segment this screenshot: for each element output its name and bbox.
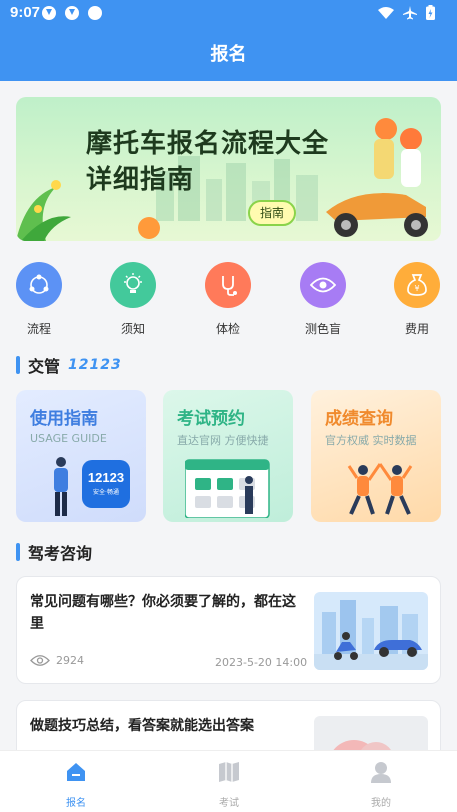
bottom-tab-bar: 报名 考试 我的	[0, 750, 457, 812]
money-bag-icon: ¥	[394, 262, 440, 308]
book-icon	[219, 762, 239, 782]
section-marker	[16, 543, 20, 561]
banner-title: 摩托车报名流程大全	[86, 129, 330, 159]
lightbulb-icon	[110, 262, 156, 308]
page-title: 报名	[210, 44, 247, 65]
motorcycle-riders-illustration	[326, 118, 428, 237]
flow-icon	[16, 262, 62, 308]
user-icon	[371, 762, 391, 783]
section-subtitle: 12123	[68, 357, 122, 373]
section-title: 交管	[28, 357, 61, 376]
card-usage-guide[interactable]: 使用指南 USAGE GUIDE 12123 安全·畅通	[16, 390, 146, 522]
category-fees[interactable]: ¥ 费用	[387, 262, 447, 337]
card-title: 使用指南	[30, 409, 98, 429]
person-illustration	[54, 457, 68, 516]
app-header: 9:07 报名	[0, 0, 457, 81]
view-count: 2924	[56, 654, 84, 667]
download-icon	[65, 6, 79, 20]
category-notice[interactable]: 须知	[103, 262, 163, 337]
tab-label: 我的	[371, 798, 391, 809]
battery-icon	[426, 5, 435, 20]
notification-dot-icon	[88, 6, 102, 20]
tab-signup[interactable]: 报名	[36, 761, 116, 809]
category-color-blind-test[interactable]: 测色盲	[293, 262, 353, 337]
tab-label: 报名	[66, 798, 86, 809]
logo-subtext: 安全·畅通	[93, 489, 119, 496]
status-time: 9:07	[10, 4, 41, 21]
news-views: 2924	[30, 654, 84, 667]
status-icons	[378, 5, 435, 20]
banner-subtitle: 详细指南	[86, 165, 195, 195]
tab-label: 考试	[219, 798, 239, 809]
tab-mine[interactable]: 我的	[341, 761, 421, 809]
section-consult-title: 驾考咨询	[16, 540, 92, 564]
download-icon	[42, 6, 56, 20]
eye-icon	[30, 655, 50, 666]
eye-icon	[300, 262, 346, 308]
section-title: 驾考咨询	[28, 544, 93, 563]
news-title: 常见问题有哪些？你必须要了解的，都在这里	[30, 594, 296, 632]
flower-decoration	[16, 180, 71, 241]
category-label: 费用	[404, 322, 429, 336]
card-subtitle: 官方权威 实时数据	[325, 434, 417, 447]
category-row: 流程 须知 体检 测色盲 ¥ 费用	[0, 262, 457, 342]
news-date: 2023-5-20 14:00	[215, 656, 308, 669]
tab-exam[interactable]: 考试	[189, 761, 269, 809]
svg-text:¥: ¥	[414, 284, 419, 293]
banner-guide-tag: 指南	[248, 200, 296, 226]
wifi-icon	[378, 6, 394, 19]
category-label: 测色盲	[304, 322, 341, 336]
news-item[interactable]: 常见问题有哪些？你必须要了解的，都在这里 2924 2023-5-20 14:0…	[16, 576, 441, 684]
category-health-check[interactable]: 体检	[198, 262, 258, 337]
section-marker	[16, 356, 20, 374]
status-bar: 9:07	[0, 0, 457, 26]
news-thumbnail	[314, 592, 428, 670]
calendar-illustration	[185, 459, 270, 518]
category-label: 体检	[215, 322, 240, 336]
card-exam-booking[interactable]: 考试预约 直达官网 方便快捷	[163, 390, 293, 522]
promo-banner[interactable]: 摩托车报名流程大全 详细指南 指南	[16, 97, 441, 241]
category-label: 流程	[26, 322, 51, 336]
category-label: 须知	[120, 322, 145, 336]
card-subtitle: 直达官网 方便快捷	[177, 434, 269, 447]
card-title: 考试预约	[177, 409, 245, 429]
card-score-query[interactable]: 成绩查询 官方权威 实时数据	[311, 390, 441, 522]
celebration-illustration	[347, 463, 413, 515]
category-flow[interactable]: 流程	[9, 262, 69, 337]
airplane-icon	[403, 5, 417, 19]
news-title: 做题技巧总结，看答案就能选出答案	[30, 718, 254, 734]
logo-text: 12123	[87, 470, 125, 485]
card-subtitle: USAGE GUIDE	[30, 432, 107, 445]
card-title: 成绩查询	[325, 409, 393, 429]
section-traffic-title: 交管 12123	[16, 353, 122, 377]
home-icon	[67, 763, 85, 781]
orange-ball	[138, 217, 160, 239]
app-12123-logo: 12123 安全·畅通	[82, 460, 130, 508]
health-check-icon	[205, 262, 251, 308]
